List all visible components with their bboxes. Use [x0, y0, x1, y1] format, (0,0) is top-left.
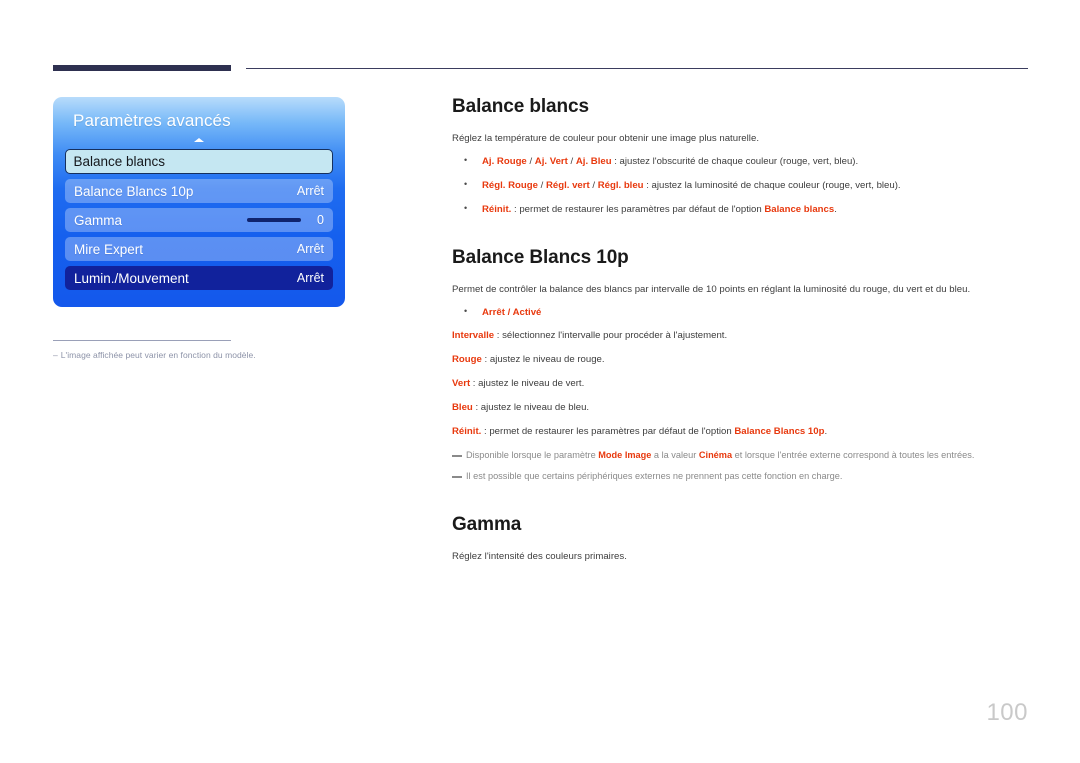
osd-row-label: Gamma	[74, 212, 123, 228]
bullet-list-balance-blancs: Aj. Rouge / Aj. Vert / Aj. Bleu : ajuste…	[452, 154, 1030, 217]
osd-row-balance-blancs[interactable]: Balance blancs	[65, 149, 333, 174]
heading-gamma: Gamma	[452, 513, 522, 535]
note-text: et lorsque l'entrée externe correspond à…	[732, 449, 975, 460]
osd-illustration: Paramètres avancés Balance blancs Balanc…	[53, 97, 345, 307]
keyword: Mode Image	[598, 449, 652, 460]
osd-row-value: Arrêt	[296, 271, 324, 285]
note-text: Il est possible que certains périphériqu…	[466, 471, 843, 482]
header-thin-line	[246, 68, 1028, 69]
description: : ajustez le niveau de bleu.	[472, 402, 590, 414]
list-item: Régl. Rouge / Régl. vert / Régl. bleu : …	[452, 178, 1030, 193]
osd-panel: Paramètres avancés Balance blancs Balanc…	[53, 97, 345, 307]
caption-text-row: – L'image affichée peut varier en fonctio…	[53, 350, 345, 361]
description: : ajustez le niveau de vert.	[470, 378, 585, 390]
separator: /	[504, 306, 513, 318]
caption-dash: –	[53, 350, 58, 360]
osd-row-value: Arrêt	[296, 242, 324, 256]
keyword: Aj. Vert	[534, 155, 568, 167]
osd-row-label: Lumin./Mouvement	[74, 270, 189, 286]
osd-menu-list: Balance blancs Balance Blancs 10p Arrêt …	[53, 149, 345, 290]
description: : permet de restaurer les paramètres par…	[511, 203, 765, 215]
intro-gamma: Réglez l'intensité des couleurs primaire…	[452, 550, 627, 562]
term-bleu: Bleu : ajustez le niveau de bleu.	[452, 401, 1030, 415]
keyword: Balance blancs	[764, 203, 835, 215]
keyword: Balance Blancs 10p	[734, 426, 825, 438]
keyword: Régl. vert	[545, 179, 590, 191]
gamma-slider[interactable]	[247, 218, 301, 222]
keyword: Cinéma	[698, 449, 733, 460]
keyword: Vert	[452, 378, 471, 390]
osd-row-value: Arrêt	[296, 184, 324, 198]
separator: /	[537, 179, 546, 191]
osd-row-label: Mire Expert	[74, 241, 144, 257]
caption-divider	[53, 340, 231, 341]
description: : ajustez l'obscurité de chaque couleur …	[611, 155, 859, 167]
keyword: Arrêt	[482, 306, 505, 318]
list-item: Aj. Rouge / Aj. Vert / Aj. Bleu : ajuste…	[452, 154, 1030, 169]
note-peripheriques: Il est possible que certains périphériqu…	[452, 470, 1030, 483]
osd-row-gamma[interactable]: Gamma 0	[65, 208, 333, 232]
intro-balance-blancs: Réglez la température de couleur pour ob…	[452, 133, 760, 144]
osd-row-balance-blancs-10p[interactable]: Balance Blancs 10p Arrêt	[65, 179, 333, 203]
keyword: Activé	[512, 306, 542, 318]
header-rule	[53, 64, 1028, 74]
note-text: Disponible lorsque le paramètre	[466, 449, 599, 460]
separator: /	[526, 155, 535, 167]
content-column: Balance blancs Réglez la température de …	[452, 96, 1030, 573]
separator: /	[567, 155, 576, 167]
keyword: Intervalle	[452, 330, 495, 342]
list-item: Arrêt / Activé	[452, 305, 1030, 320]
osd-row-lumin-mouvement[interactable]: Lumin./Mouvement Arrêt	[65, 266, 333, 290]
description: : permet de restaurer les paramètres par…	[481, 426, 735, 438]
keyword: Rouge	[452, 354, 482, 366]
keyword: Réinit.	[452, 426, 482, 438]
description-tail: .	[834, 203, 837, 215]
term-vert: Vert : ajustez le niveau de vert.	[452, 377, 1030, 391]
keyword: Bleu	[452, 402, 473, 414]
osd-row-label: Balance blancs	[73, 154, 166, 169]
description-tail: .	[824, 426, 828, 438]
osd-scroll-up-row	[53, 131, 345, 149]
keyword: Régl. Rouge	[482, 179, 538, 191]
triangle-up-icon	[194, 138, 204, 142]
heading-balance-blancs: Balance blancs	[452, 96, 589, 117]
keyword: Aj. Rouge	[482, 155, 527, 167]
note-mode-image: Disponible lorsque le paramètre Mode Ima…	[452, 449, 1030, 462]
keyword: Aj. Bleu	[575, 155, 612, 167]
osd-row-value: 0	[317, 213, 324, 227]
description: : sélectionnez l'intervalle pour procéde…	[494, 330, 728, 342]
figure-caption: – L'image affichée peut varier en fonctio…	[53, 340, 345, 361]
term-intervalle: Intervalle : sélectionnez l'intervalle p…	[452, 329, 1030, 343]
list-item: Réinit. : permet de restaurer les paramè…	[452, 202, 1030, 217]
osd-title: Paramètres avancés	[73, 111, 231, 130]
osd-row-mire-expert[interactable]: Mire Expert Arrêt	[65, 237, 333, 261]
description: : ajustez le niveau de rouge.	[481, 354, 605, 366]
intro-balance-blancs-10p: Permet de contrôler la balance des blanc…	[452, 283, 971, 295]
caption-text: L'image affichée peut varier en fonction…	[60, 350, 256, 360]
separator: /	[589, 179, 598, 191]
term-rouge: Rouge : ajustez le niveau de rouge.	[452, 353, 1030, 367]
term-reinit: Réinit. : permet de restaurer les paramè…	[452, 425, 1030, 439]
heading-balance-blancs-10p: Balance Blancs 10p	[452, 246, 629, 268]
page-number: 100	[986, 699, 1028, 726]
description: : ajustez la luminosité de chaque couleu…	[643, 179, 901, 191]
bullet-list-onoff: Arrêt / Activé	[452, 305, 1030, 320]
header-thick-bar	[53, 65, 231, 71]
keyword: Régl. bleu	[597, 179, 644, 191]
note-text: a la valeur	[651, 449, 699, 460]
osd-row-label: Balance Blancs 10p	[74, 183, 194, 199]
keyword: Réinit.	[482, 203, 512, 215]
